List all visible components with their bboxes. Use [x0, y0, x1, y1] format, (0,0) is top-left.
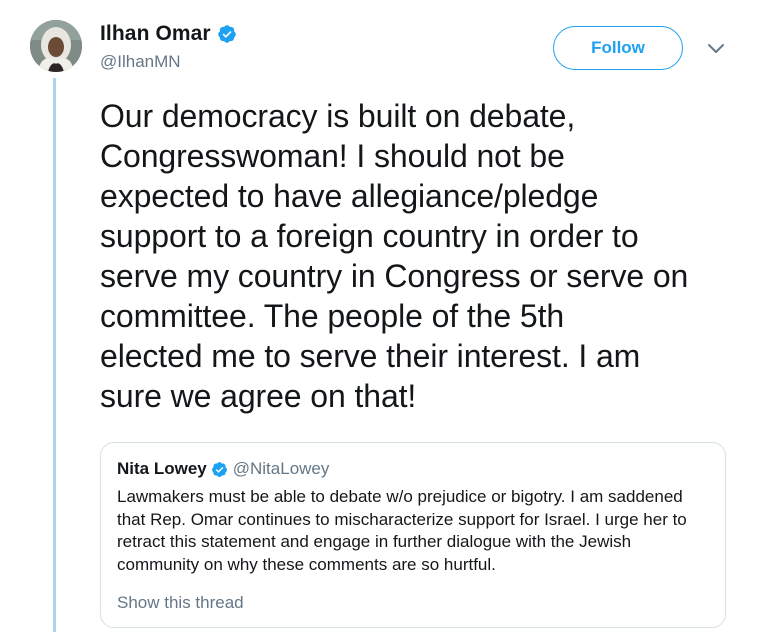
follow-button[interactable]: Follow: [553, 26, 683, 70]
verified-badge-icon: [217, 25, 236, 43]
quoted-tweet-text: Lawmakers must be able to debate w/o pre…: [117, 487, 687, 574]
quoted-tweet-card[interactable]: Nita Lowey @NitaLowey Lawmakers must be …: [100, 442, 726, 628]
author-avatar[interactable]: [30, 20, 82, 72]
thread-line: [53, 78, 56, 632]
chevron-down-icon[interactable]: [706, 42, 726, 56]
author-display-name[interactable]: Ilhan Omar: [100, 22, 211, 46]
quoted-tweet-header: Nita Lowey @NitaLowey: [117, 459, 329, 479]
quoted-author-display-name: Nita Lowey: [117, 459, 207, 478]
author-name-row: Ilhan Omar: [100, 22, 237, 46]
quoted-author-handle: @NitaLowey: [232, 459, 330, 478]
show-thread-link[interactable]: Show this thread: [117, 593, 244, 613]
tweet-text: Our democracy is built on debate, Congre…: [100, 98, 689, 414]
avatar-image: [30, 20, 82, 72]
verified-badge-icon: [211, 461, 227, 477]
author-handle[interactable]: @IlhanMN: [100, 52, 181, 72]
